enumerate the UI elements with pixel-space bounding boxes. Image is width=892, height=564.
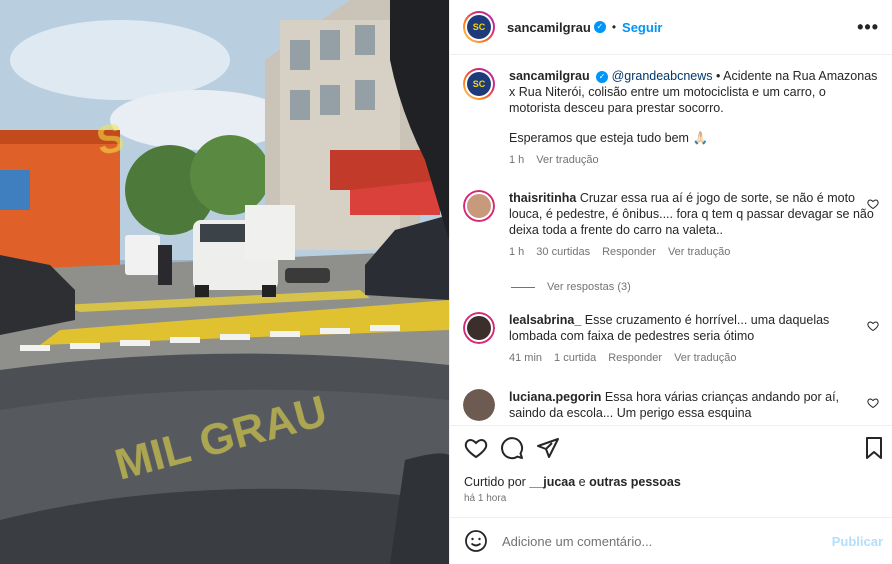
- caption-text-2: Esperamos que esteja tudo bem 🙏🏻: [509, 131, 709, 145]
- likes-others[interactable]: outras pessoas: [589, 475, 681, 489]
- comment-time[interactable]: 1 h: [509, 244, 524, 260]
- like-heart-icon[interactable]: [464, 436, 488, 460]
- post-timestamp[interactable]: há 1 hora: [464, 493, 506, 504]
- comment-input[interactable]: [502, 533, 822, 549]
- more-options-icon[interactable]: •••: [857, 17, 879, 38]
- commenter-avatar[interactable]: [463, 389, 495, 421]
- post-header: SC sancamilgrau ✓ • Seguir •••: [450, 0, 892, 55]
- publish-button[interactable]: Publicar: [832, 534, 883, 549]
- share-paper-plane-icon[interactable]: [536, 436, 560, 460]
- post-actions-bar: [450, 425, 892, 471]
- save-bookmark-icon[interactable]: [862, 436, 886, 460]
- comment-username[interactable]: luciana.pegorin: [509, 390, 601, 404]
- caption: SC sancamilgrau ✓ @grandeabcnews • Acide…: [463, 68, 879, 168]
- comment-username[interactable]: thaisritinha: [509, 191, 576, 205]
- emoji-smiley-icon[interactable]: [464, 529, 488, 553]
- comment-username[interactable]: lealsabrina_: [509, 313, 581, 327]
- commenter-avatar[interactable]: [463, 190, 495, 222]
- comment-like-heart-icon[interactable]: [867, 397, 879, 409]
- comment-reply-button[interactable]: Responder: [608, 350, 662, 366]
- comment-translate-link[interactable]: Ver tradução: [668, 244, 730, 260]
- separator-dot: •: [611, 20, 617, 34]
- comment-item: lealsabrina_ Esse cruzamento é horrível.…: [463, 312, 879, 366]
- view-replies-button[interactable]: Ver respostas (3): [511, 281, 631, 293]
- comment-translate-link[interactable]: Ver tradução: [674, 350, 736, 366]
- verified-badge-icon: ✓: [596, 70, 609, 83]
- comments-list[interactable]: SC sancamilgrau ✓ @grandeabcnews • Acide…: [450, 56, 892, 424]
- likes-summary[interactable]: Curtido por __jucaa e outras pessoas: [464, 475, 681, 489]
- comment-item: luciana.pegorin Essa hora várias criança…: [463, 389, 879, 421]
- likes-middle: e: [575, 475, 590, 489]
- comment-like-heart-icon[interactable]: [867, 198, 879, 210]
- post-photo[interactable]: S MIL GRAU: [0, 0, 449, 564]
- caption-translate-link[interactable]: Ver tradução: [536, 152, 598, 168]
- comment-likes-count[interactable]: 1 curtida: [554, 350, 596, 366]
- caption-time[interactable]: 1 h: [509, 152, 524, 168]
- caption-username[interactable]: sancamilgrau: [509, 69, 590, 83]
- commenter-avatar[interactable]: [463, 312, 495, 344]
- comment-like-heart-icon[interactable]: [867, 320, 879, 332]
- view-replies-label: Ver respostas (3): [547, 281, 631, 293]
- add-comment-bar: Publicar: [450, 517, 892, 564]
- likes-prefix: Curtido por: [464, 475, 530, 489]
- comment-time[interactable]: 41 min: [509, 350, 542, 366]
- post-side-panel: SC sancamilgrau ✓ • Seguir ••• SC sancam…: [449, 0, 892, 564]
- comment-item: thaisritinha Cruzar essa rua aí é jogo d…: [463, 190, 879, 260]
- comment-bubble-icon[interactable]: [500, 436, 524, 460]
- likes-user[interactable]: __jucaa: [529, 475, 575, 489]
- author-avatar[interactable]: SC: [463, 11, 495, 43]
- author-username[interactable]: sancamilgrau: [507, 20, 591, 35]
- street-scene-image: S MIL GRAU: [0, 0, 449, 564]
- verified-badge-icon: ✓: [593, 21, 606, 33]
- comment-reply-button[interactable]: Responder: [602, 244, 656, 260]
- caption-mention[interactable]: @grandeabcnews: [612, 69, 713, 83]
- comment-likes-count[interactable]: 30 curtidas: [536, 244, 590, 260]
- replies-line: [511, 286, 535, 288]
- caption-avatar[interactable]: SC: [463, 68, 495, 100]
- follow-button[interactable]: Seguir: [622, 20, 662, 35]
